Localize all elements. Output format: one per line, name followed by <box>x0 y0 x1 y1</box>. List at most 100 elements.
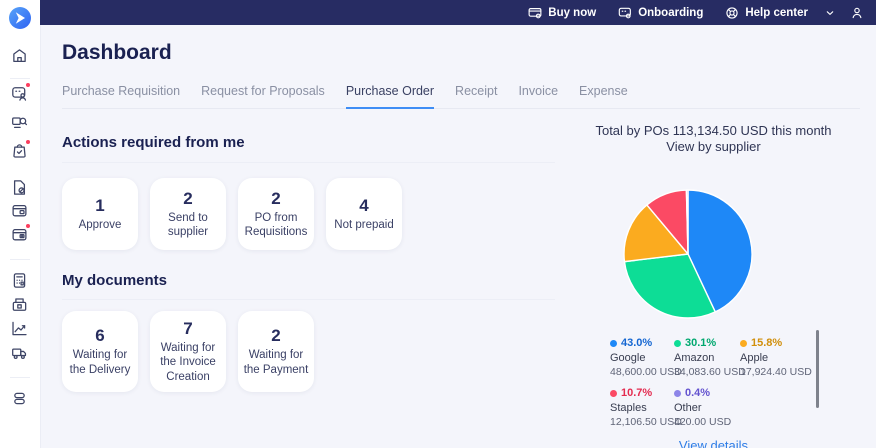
truck-search-icon <box>12 117 28 129</box>
header-button-help-center[interactable]: Help center <box>725 6 808 20</box>
chart-panel: Total by POs 113,134.50 USD this month V… <box>573 109 854 448</box>
tab-request-for-proposals[interactable]: Request for Proposals <box>201 84 325 108</box>
legend-item-staples[interactable]: 10.7% Staples 12,106.50 USD <box>610 387 682 428</box>
legend-value: 12,106.50 USD <box>610 416 682 428</box>
card-count: 7 <box>183 319 193 338</box>
action-card-not-prepaid[interactable]: 4 Not prepaid <box>326 178 402 250</box>
card-count: 4 <box>359 195 369 215</box>
card-label: Send to supplier <box>167 211 209 238</box>
header-button-buy-now[interactable]: Buy now <box>528 6 596 20</box>
chat-gear-icon <box>618 7 632 18</box>
stack-icon <box>14 392 25 405</box>
action-card-approve[interactable]: 1 Approve <box>62 178 138 250</box>
notification-badge <box>25 82 31 88</box>
sidebar-item-calculator[interactable] <box>11 272 29 294</box>
legend-percent: 15.8% <box>751 337 783 349</box>
document-card-waiting-for-the-payment[interactable]: 2 Waiting for the Payment <box>238 311 314 393</box>
legend-value: 17,924.40 USD <box>740 366 812 378</box>
sidebar-divider <box>10 377 30 378</box>
tab-receipt[interactable]: Receipt <box>455 84 497 108</box>
legend-item-apple[interactable]: 15.8% Apple 17,924.40 USD <box>740 337 820 378</box>
home-icon <box>13 49 26 62</box>
tab-invoice[interactable]: Invoice <box>518 84 558 108</box>
main-content: Dashboard Purchase Requisition Request fo… <box>40 25 876 448</box>
legend-percent: 10.7% <box>621 387 653 399</box>
calculator-icon <box>13 273 26 288</box>
chevron-down-icon[interactable] <box>824 7 836 19</box>
action-card-send-to-supplier[interactable]: 2 Send to supplier <box>150 178 226 250</box>
header-button-label: Buy now <box>548 6 597 19</box>
pie-chart[interactable] <box>623 189 753 319</box>
sidebar-item-wallet-plus[interactable] <box>11 223 31 248</box>
card-count: 6 <box>95 326 105 346</box>
sidebar-item-printer-box[interactable] <box>11 296 29 318</box>
legend-name: Google <box>610 352 646 364</box>
sidebar-item-wallet[interactable] <box>11 202 29 224</box>
sidebar-item-line-chart[interactable] <box>11 320 29 342</box>
legend-percent: 30.1% <box>685 337 717 349</box>
document-card-waiting-for-the-invoice-creation[interactable]: 7 Waiting for the Invoice Creation <box>150 311 226 393</box>
legend-dot <box>740 339 747 347</box>
card-label: Waiting for the Payment <box>243 349 309 376</box>
card-label: PO from Requisitions <box>244 211 308 238</box>
tab-expense[interactable]: Expense <box>579 84 628 108</box>
header-button-label: Onboarding <box>638 6 704 19</box>
line-chart-icon <box>12 321 27 336</box>
user-profile-icon[interactable] <box>850 6 864 20</box>
sidebar-item-stack[interactable] <box>11 390 29 412</box>
app-window: Buy now Onboarding Help center Dashboard P… <box>0 0 876 448</box>
legend-item-google[interactable]: 43.0% Google 48,600.00 USD <box>610 337 682 378</box>
actions-section-title: Actions required from me <box>62 134 555 163</box>
documents-section-title: My documents <box>62 272 555 300</box>
header-button-label: Help center <box>745 6 808 19</box>
document-card-waiting-for-the-delivery[interactable]: 6 Waiting for the Delivery <box>62 311 138 393</box>
sidebar-item-chat-user[interactable] <box>11 82 31 107</box>
file-slash-icon <box>13 180 26 195</box>
legend-percent: 43.0% <box>621 337 653 349</box>
legend-dot <box>674 389 681 397</box>
legend-value: 420.00 USD <box>674 416 732 428</box>
legend-value: 48,600.00 USD <box>610 366 682 378</box>
legend-value: 34,083.60 USD <box>674 366 746 378</box>
header-actions: Buy now Onboarding Help center <box>528 6 808 20</box>
card-count: 2 <box>271 188 281 208</box>
sidebar-item-bag-check[interactable] <box>11 139 31 164</box>
legend-percent: 0.4% <box>685 387 711 399</box>
legend-item-amazon[interactable]: 30.1% Amazon 34,083.60 USD <box>674 337 746 378</box>
top-header-bar: Buy now Onboarding Help center <box>40 0 876 25</box>
card-label: Approve <box>78 218 122 231</box>
view-details-link[interactable]: View details <box>573 438 854 448</box>
header-button-onboarding[interactable]: Onboarding <box>618 6 703 20</box>
content-columns: Actions required from me 1 Approve 2 Send t… <box>40 109 876 448</box>
left-column: Actions required from me 1 Approve 2 Send t… <box>40 109 555 448</box>
tab-purchase-requisition[interactable]: Purchase Requisition <box>62 84 180 108</box>
truck-icon <box>12 348 27 359</box>
legend-name: Other <box>674 402 702 414</box>
legend-name: Amazon <box>674 352 715 364</box>
card-count: 2 <box>183 188 193 208</box>
credit-card-gear-icon <box>528 7 542 18</box>
sidebar-item-truck-search[interactable] <box>11 114 29 136</box>
actions-cards: 1 Approve 2 Send to supplier 2 PO from Requis… <box>62 178 555 250</box>
chart-title: Total by POs 113,134.50 USD this month <box>595 123 832 138</box>
card-label: Waiting for the Invoice Creation <box>160 342 216 383</box>
legend-dot <box>610 389 617 397</box>
card-label: Not prepaid <box>334 218 394 231</box>
sidebar-item-truck[interactable] <box>11 344 29 366</box>
card-count: 2 <box>271 326 281 346</box>
sidebar-divider <box>10 259 30 260</box>
scrollbar-thumb[interactable] <box>816 330 819 408</box>
tab-purchase-order[interactable]: Purchase Order <box>345 84 435 109</box>
sidebar-divider <box>10 78 30 79</box>
action-card-po-from-requisitions[interactable]: 2 PO from Requisitions <box>238 178 314 250</box>
legend-dot <box>674 339 681 347</box>
sidebar-item-file-slash[interactable] <box>11 179 29 201</box>
page-title: Dashboard <box>62 41 172 64</box>
legend-item-other[interactable]: 0.4% Other 420.00 USD <box>674 387 740 428</box>
app-logo[interactable] <box>9 7 31 29</box>
legend-name: Staples <box>610 402 647 414</box>
card-label: Waiting for the Delivery <box>69 349 131 376</box>
sidebar-item-home[interactable] <box>11 47 29 69</box>
wallet-icon <box>12 204 27 217</box>
printer-box-icon <box>12 298 27 311</box>
